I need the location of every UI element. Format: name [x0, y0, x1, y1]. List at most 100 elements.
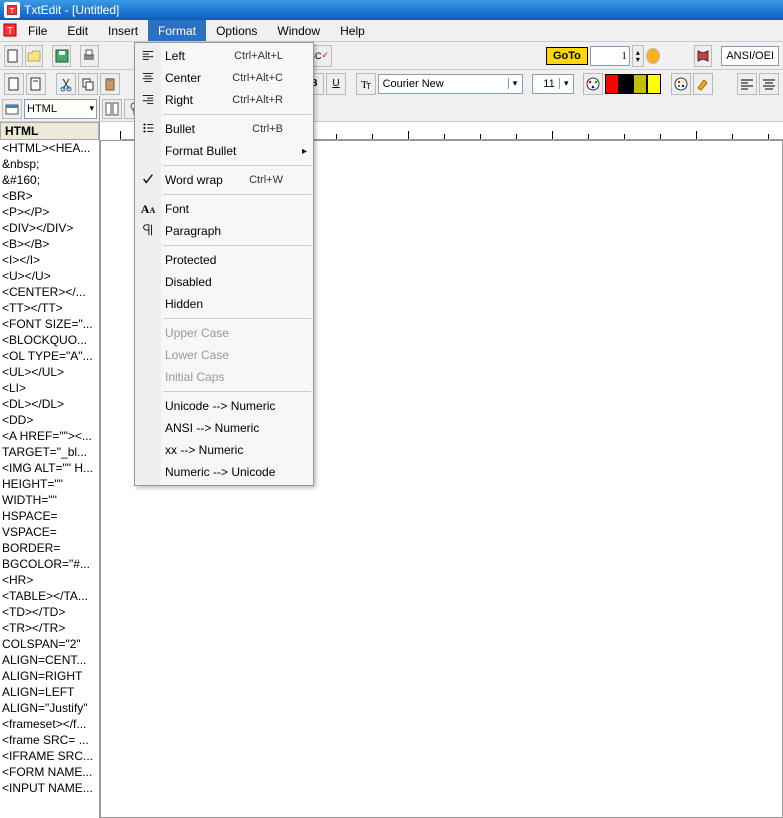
list-item[interactable]: WIDTH="" — [2, 492, 97, 508]
menu-item-paragraph[interactable]: Paragraph — [135, 220, 313, 242]
list-item[interactable]: <HR> — [2, 572, 97, 588]
doc2-button[interactable] — [26, 73, 46, 95]
menu-item-left[interactable]: LeftCtrl+Alt+L — [135, 45, 313, 67]
list-item[interactable]: <UL></UL> — [2, 364, 97, 380]
font-family-value: Courier New — [379, 78, 508, 90]
cut-button[interactable] — [56, 73, 76, 95]
menu-item-unicode-numeric[interactable]: Unicode --> Numeric — [135, 395, 313, 417]
list-item[interactable]: <LI> — [2, 380, 97, 396]
menu-item-format-bullet[interactable]: Format Bullet▸ — [135, 140, 313, 162]
list-item[interactable]: <frame SRC= ... — [2, 732, 97, 748]
goto-small-icon[interactable] — [646, 48, 660, 64]
menu-item-protected[interactable]: Protected — [135, 249, 313, 271]
list-item[interactable]: <DIV></DIV> — [2, 220, 97, 236]
menu-item-numeric-unicode[interactable]: Numeric --> Unicode — [135, 461, 313, 483]
view-mode-1[interactable] — [102, 99, 122, 119]
list-item[interactable]: BORDER= — [2, 540, 97, 556]
menu-item-disabled[interactable]: Disabled — [135, 271, 313, 293]
paste-button[interactable] — [100, 73, 120, 95]
list-item[interactable]: <P></P> — [2, 204, 97, 220]
menu-item-font[interactable]: AAFont — [135, 198, 313, 220]
list-item[interactable]: HEIGHT="" — [2, 476, 97, 492]
save-button[interactable] — [52, 45, 71, 67]
list-item[interactable]: <DD> — [2, 412, 97, 428]
goto-button[interactable]: GoTo — [546, 47, 588, 65]
list-item[interactable]: <INPUT NAME... — [2, 780, 97, 796]
menu-help[interactable]: Help — [330, 20, 375, 41]
menubar-app-icon: T — [2, 22, 18, 38]
font-family-select[interactable]: Courier New ▾ — [378, 74, 523, 94]
align-group-center[interactable] — [759, 73, 779, 95]
menu-item-label: Left — [165, 49, 185, 63]
menu-item-ansi-numeric[interactable]: ANSI --> Numeric — [135, 417, 313, 439]
list-item[interactable]: COLSPAN="2" — [2, 636, 97, 652]
menu-file[interactable]: File — [18, 20, 57, 41]
color-swatch[interactable] — [647, 74, 661, 94]
align-group-left[interactable] — [737, 73, 757, 95]
list-item[interactable]: &nbsp; — [2, 156, 97, 172]
color-swatch[interactable] — [633, 74, 647, 94]
open-button[interactable] — [25, 45, 44, 67]
list-item[interactable]: <A HREF=""><... — [2, 428, 97, 444]
list-item[interactable]: ALIGN=LEFT — [2, 684, 97, 700]
menu-item-hidden[interactable]: Hidden — [135, 293, 313, 315]
list-item[interactable]: <IFRAME SRC... — [2, 748, 97, 764]
list-item[interactable]: <HTML><HEA... — [2, 140, 97, 156]
list-item[interactable]: <B></B> — [2, 236, 97, 252]
list-item[interactable]: <TABLE></TA... — [2, 588, 97, 604]
list-item[interactable]: ALIGN=RIGHT — [2, 668, 97, 684]
color-picker-button[interactable] — [671, 73, 691, 95]
goto-stepper[interactable]: ▴▾ — [632, 45, 644, 67]
list-item[interactable]: <OL TYPE="A"... — [2, 348, 97, 364]
highlight-button[interactable] — [693, 73, 713, 95]
list-item[interactable]: <TD></TD> — [2, 604, 97, 620]
menu-item-label: Font — [165, 202, 189, 216]
menu-item-bullet[interactable]: BulletCtrl+B — [135, 118, 313, 140]
list-item[interactable]: BGCOLOR="#... — [2, 556, 97, 572]
window-title: TxtEdit - [Untitled] — [24, 3, 119, 17]
menu-edit[interactable]: Edit — [57, 20, 98, 41]
list-item[interactable]: TARGET="_bl... — [2, 444, 97, 460]
list-item[interactable]: ALIGN="Justify" — [2, 700, 97, 716]
menu-item-center[interactable]: CenterCtrl+Alt+C — [135, 67, 313, 89]
list-item[interactable]: <FORM NAME... — [2, 764, 97, 780]
color-swatch[interactable] — [619, 74, 633, 94]
sidebar-list[interactable]: <HTML><HEA...&nbsp;&#160;<BR><P></P><DIV… — [0, 140, 99, 818]
list-item[interactable]: VSPACE= — [2, 524, 97, 540]
list-item[interactable]: <I></I> — [2, 252, 97, 268]
list-item[interactable]: <U></U> — [2, 268, 97, 284]
sidebar-config-icon[interactable] — [2, 99, 22, 119]
print-button[interactable] — [80, 45, 99, 67]
color-palette-icon[interactable] — [583, 73, 603, 95]
list-item[interactable]: <frameset></f... — [2, 716, 97, 732]
menu-insert[interactable]: Insert — [98, 20, 148, 41]
menu-item-xx-numeric[interactable]: xx --> Numeric — [135, 439, 313, 461]
font-picker-icon[interactable]: TT — [356, 73, 376, 95]
copy-button[interactable] — [78, 73, 98, 95]
menu-options[interactable]: Options — [206, 20, 267, 41]
encoding-display[interactable]: ANSI/OEI — [721, 46, 779, 66]
list-item[interactable]: &#160; — [2, 172, 97, 188]
book-icon[interactable] — [694, 45, 713, 67]
menu-window[interactable]: Window — [267, 20, 330, 41]
new-button[interactable] — [4, 45, 23, 67]
list-item[interactable]: ALIGN=CENT... — [2, 652, 97, 668]
list-item[interactable]: <TT></TT> — [2, 300, 97, 316]
list-item[interactable]: <DL></DL> — [2, 396, 97, 412]
doc1-button[interactable] — [4, 73, 24, 95]
sidebar-snippet-type-select[interactable]: HTML ▾ — [24, 99, 97, 119]
line-number-input[interactable] — [590, 46, 630, 66]
list-item[interactable]: <BR> — [2, 188, 97, 204]
list-item[interactable]: <CENTER></... — [2, 284, 97, 300]
menu-item-right[interactable]: RightCtrl+Alt+R — [135, 89, 313, 111]
list-item[interactable]: <IMG ALT="" H... — [2, 460, 97, 476]
underline-button[interactable]: U — [326, 73, 346, 95]
list-item[interactable]: <BLOCKQUO... — [2, 332, 97, 348]
menu-item-word-wrap[interactable]: Word wrapCtrl+W — [135, 169, 313, 191]
menu-format[interactable]: Format — [148, 20, 206, 41]
color-swatch[interactable] — [605, 74, 619, 94]
font-size-select[interactable]: 11 ▾ — [532, 74, 574, 94]
list-item[interactable]: <TR></TR> — [2, 620, 97, 636]
list-item[interactable]: <FONT SIZE="... — [2, 316, 97, 332]
list-item[interactable]: HSPACE= — [2, 508, 97, 524]
